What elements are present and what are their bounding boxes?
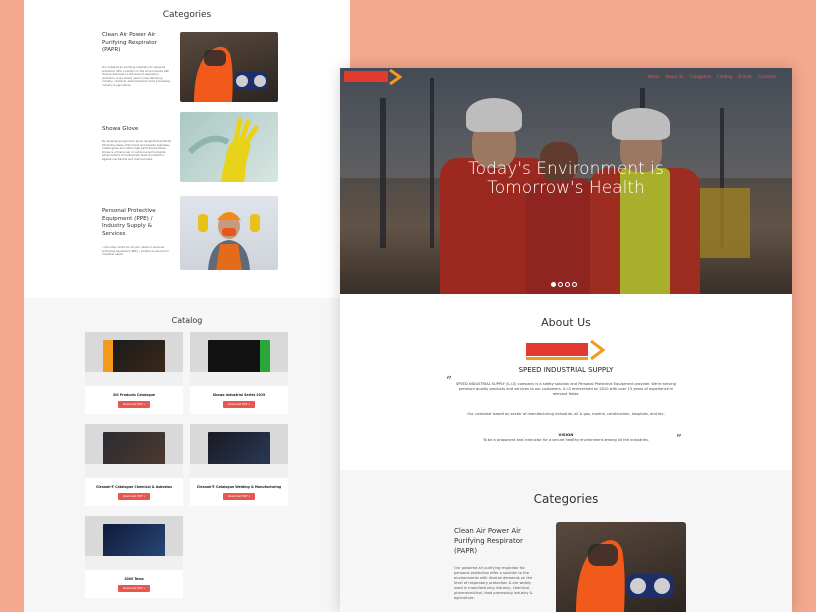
catalog-cover bbox=[85, 332, 183, 386]
catalog-name: 2000 Tema bbox=[124, 577, 144, 581]
download-pdf-button[interactable]: download PDF » bbox=[223, 401, 255, 408]
ppe-worker-illustration bbox=[198, 212, 260, 270]
catalog-card[interactable]: SIS Products Catalogue download PDF » bbox=[85, 332, 183, 414]
catalog-title: Catalog bbox=[171, 316, 203, 325]
about-section: About Us SPEED INDUSTRIAL SUPPLY “ SPEED… bbox=[340, 294, 792, 470]
hero-title: Today's Environment is Tomorrow's Health bbox=[340, 160, 792, 198]
sis-logo-icon bbox=[526, 339, 606, 361]
nav-home[interactable]: Home bbox=[647, 74, 659, 79]
respirator-illustration bbox=[194, 46, 268, 102]
category-item-ppe[interactable]: Personal Protective Equipment (PPE) / In… bbox=[102, 196, 278, 272]
nav-about[interactable]: About Us bbox=[665, 74, 683, 79]
categories-section: Categories Clean Air Power Air Purifying… bbox=[340, 470, 792, 612]
company-name: SPEED INDUSTRIAL SUPPLY bbox=[518, 366, 614, 374]
category-title[interactable]: Personal Protective Equipment (PPE) / In… bbox=[102, 208, 172, 238]
nav-categories[interactable]: Categories bbox=[689, 74, 711, 79]
respirator-illustration bbox=[576, 540, 674, 612]
catalog-card[interactable]: Cleanair® Catalogue Welding & Manufactur… bbox=[190, 424, 288, 506]
papr-image[interactable] bbox=[556, 522, 686, 612]
nav-catalog[interactable]: Catalog bbox=[717, 74, 732, 79]
category-title[interactable]: Showa Glove bbox=[102, 126, 172, 134]
vision-title: VISION bbox=[558, 432, 574, 437]
sis-logo-icon bbox=[344, 68, 403, 86]
categories-section: Categories Clean Air Power Air Purifying… bbox=[24, 0, 350, 298]
category-title[interactable]: Clean Air Power Air Purifying Respirator… bbox=[102, 32, 172, 55]
catalog-card[interactable]: Cleanair® Catalogue Chemical & Asbestos … bbox=[85, 424, 183, 506]
catalog-card[interactable]: 2000 Tema download PDF » bbox=[85, 516, 183, 598]
about-paragraph: Our customer based on sector of manufact… bbox=[467, 412, 665, 416]
showa-glove-image[interactable] bbox=[180, 112, 278, 182]
open-quote: “ bbox=[446, 374, 452, 387]
catalog-cover bbox=[190, 332, 288, 386]
hero-banner: Home About Us Categories Catalog Brands … bbox=[340, 68, 792, 294]
download-pdf-button[interactable]: download PDF » bbox=[223, 493, 255, 500]
main-nav: Home About Us Categories Catalog Brands … bbox=[647, 74, 776, 79]
download-pdf-button[interactable]: download PDF » bbox=[118, 401, 150, 408]
category-desc: Our powered air purifying respirator for… bbox=[102, 66, 170, 87]
left-page-mockup: Categories Clean Air Power Air Purifying… bbox=[24, 0, 350, 612]
download-pdf-button[interactable]: download PDF » bbox=[118, 585, 150, 592]
carousel-dot[interactable] bbox=[558, 282, 563, 287]
categories-title: Categories bbox=[162, 10, 212, 20]
hero-title-line: Today's Environment is bbox=[468, 159, 664, 179]
category-desc: By developing ergonomic glove ranges tha… bbox=[102, 140, 172, 161]
catalog-cover bbox=[85, 516, 183, 570]
carousel-dot[interactable] bbox=[551, 282, 556, 287]
vision-text: To be a proponent and instructor for a s… bbox=[483, 438, 649, 442]
catalog-name: Cleanair® Catalogue Chemical & Asbestos bbox=[95, 485, 173, 489]
categories-title: Categories bbox=[533, 492, 599, 506]
catalog-name: Cleanair® Catalogue Welding & Manufactur… bbox=[196, 485, 282, 489]
category-desc: Our powered air purifying respirator for… bbox=[454, 566, 533, 600]
ppe-worker-image[interactable] bbox=[180, 196, 278, 270]
catalog-cover bbox=[190, 424, 288, 478]
about-title: About Us bbox=[541, 316, 591, 329]
site-logo[interactable] bbox=[340, 68, 403, 88]
about-paragraph: SPEED INDUSTRIAL SUPPLY (S.I.S) company … bbox=[456, 382, 676, 396]
category-item-papr[interactable]: Clean Air Power Air Purifying Respirator… bbox=[102, 32, 278, 108]
category-title[interactable]: Clean Air Power Air Purifying Respirator… bbox=[454, 526, 534, 556]
carousel-dots bbox=[551, 282, 577, 287]
nav-brands[interactable]: Brands bbox=[738, 74, 752, 79]
download-pdf-button[interactable]: download PDF » bbox=[118, 493, 150, 500]
category-item-showa[interactable]: Showa Glove By developing ergonomic glov… bbox=[102, 112, 278, 188]
carousel-dot[interactable] bbox=[565, 282, 570, 287]
hero-title-line: Tomorrow's Health bbox=[487, 178, 645, 198]
about-logo bbox=[526, 339, 606, 362]
carousel-dot[interactable] bbox=[572, 282, 577, 287]
glove-illustration bbox=[187, 117, 259, 182]
papr-image[interactable] bbox=[180, 32, 278, 102]
catalog-card[interactable]: Showa Industrial Series 2019 download PD… bbox=[190, 332, 288, 414]
catalog-name: SIS Products Catalogue bbox=[112, 393, 156, 397]
close-quote: ” bbox=[676, 432, 682, 445]
catalog-section: Catalog SIS Products Catalogue download … bbox=[24, 298, 350, 612]
right-page-mockup: Home About Us Categories Catalog Brands … bbox=[340, 68, 792, 612]
nav-contacts[interactable]: Contacts bbox=[758, 74, 776, 79]
catalog-cover bbox=[85, 424, 183, 478]
catalog-name: Showa Industrial Series 2019 bbox=[212, 393, 266, 397]
category-desc: » One stop centre for all your needs in … bbox=[102, 246, 169, 257]
